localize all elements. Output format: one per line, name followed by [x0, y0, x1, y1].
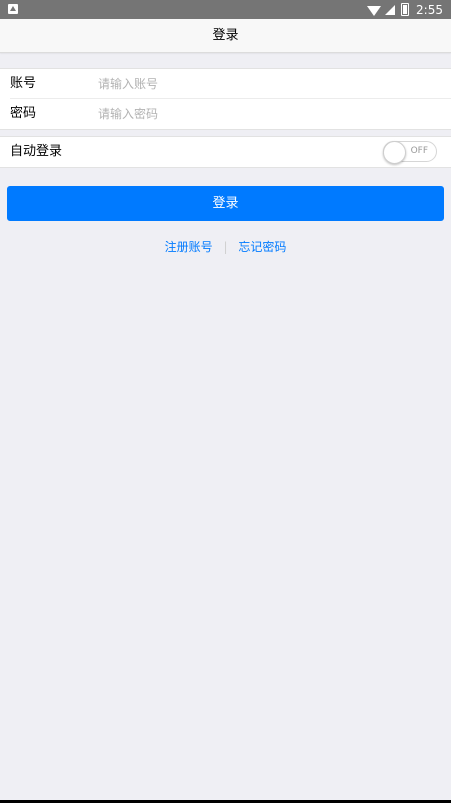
notification-icon: [8, 4, 18, 14]
auxiliary-links: 注册账号 | 忘记密码: [0, 238, 451, 256]
page-title: 登录: [212, 28, 239, 43]
signal-icon: [385, 4, 396, 15]
login-form: 账号 密码: [0, 68, 451, 130]
auto-login-label: 自动登录: [10, 144, 63, 159]
account-row: 账号: [0, 69, 451, 99]
login-button[interactable]: 登录: [7, 186, 444, 221]
toggle-state-text: OFF: [410, 146, 428, 156]
auto-login-toggle[interactable]: OFF: [383, 141, 437, 164]
status-bar: 2:55: [0, 0, 451, 19]
account-input[interactable]: [98, 73, 428, 95]
battery-icon: [401, 3, 410, 16]
register-link[interactable]: 注册账号: [165, 240, 213, 254]
toggle-knob: [383, 141, 406, 164]
wifi-icon: [367, 5, 382, 16]
auto-login-row: 自动登录 OFF: [0, 136, 451, 168]
forgot-password-link[interactable]: 忘记密码: [238, 240, 286, 254]
status-icons: 2:55: [367, 2, 443, 17]
password-input[interactable]: [98, 103, 428, 125]
password-row: 密码: [0, 99, 451, 129]
nav-bar: 登录: [0, 19, 451, 53]
account-label: 账号: [10, 76, 37, 91]
password-label: 密码: [10, 106, 37, 121]
link-separator: |: [223, 240, 228, 254]
status-time: 2:55: [416, 2, 443, 17]
